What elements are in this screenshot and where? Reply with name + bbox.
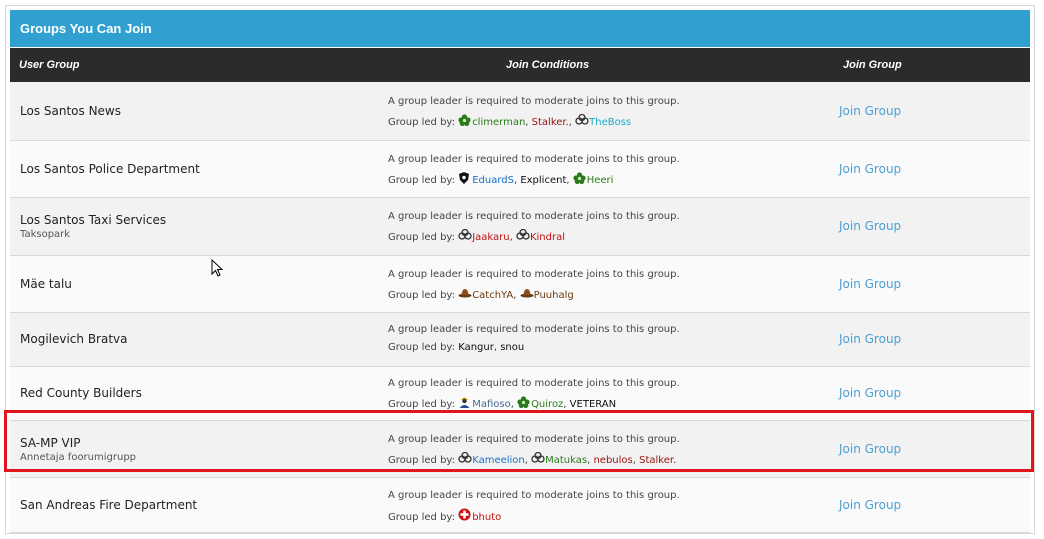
triskele-icon	[458, 228, 472, 241]
leader-username-link[interactable]: Stalker.	[639, 455, 676, 466]
badge-icon	[458, 171, 472, 184]
group-row: San Andreas Fire Department A group leade…	[10, 478, 1030, 533]
group-row: SA-MP VIP Annetaja foorumigrupp A group le…	[10, 421, 1030, 478]
group-name: Los Santos News	[20, 103, 121, 118]
leader-username-link[interactable]: Jaakaru	[472, 232, 509, 243]
join-group-link[interactable]: Join Group	[839, 277, 901, 291]
group-leaders-line: Group led by: EduardS, Explicent, Heeri	[388, 171, 614, 186]
leader-username-link[interactable]: snou	[500, 342, 524, 353]
group-leaders-line: Group led by: bhuto	[388, 508, 501, 523]
group-leaders-line: Group led by: Kameelion, Matukas, nebulo…	[388, 451, 676, 466]
group-row: Los Santos News A group leader is require…	[10, 82, 1030, 141]
column-header-join-group: Join Group	[843, 59, 902, 71]
join-condition-text: A group leader is required to moderate j…	[388, 324, 680, 335]
mouse-cursor-icon	[211, 259, 224, 277]
join-condition-text: A group leader is required to moderate j…	[388, 378, 680, 389]
group-led-by-label: Group led by:	[388, 511, 455, 523]
group-leaders-line: Group led by: Jaakaru, Kindral	[388, 228, 565, 243]
join-condition-text: A group leader is required to moderate j…	[388, 268, 680, 280]
cowboy-hat-icon	[520, 287, 534, 299]
group-led-by-label: Group led by:	[388, 399, 455, 410]
group-led-by-label: Group led by:	[388, 116, 455, 128]
worker-icon	[458, 396, 472, 408]
group-row: Mäe talu A group leader is required to mo…	[10, 256, 1030, 313]
group-leaders-line: Group led by: climerman, Stalker., TheBo…	[388, 113, 631, 128]
leader-username-link[interactable]: bhuto	[472, 512, 501, 523]
column-header-row: User Group Join Conditions Join Group	[10, 48, 1030, 82]
leader-username-link[interactable]: EduardS	[472, 175, 514, 186]
join-group-link[interactable]: Join Group	[839, 332, 901, 346]
flower-icon	[458, 113, 472, 126]
leader-username-link[interactable]: Kindral	[530, 232, 565, 243]
column-header-join-conditions: Join Conditions	[506, 59, 590, 71]
column-header-user-group: User Group	[19, 59, 80, 71]
group-leaders-line: Group led by: Mafioso, Quiroz, VETERAN	[388, 396, 616, 410]
group-name: Los Santos Police Department	[20, 161, 200, 176]
join-group-link[interactable]: Join Group	[839, 386, 901, 400]
leader-username-link[interactable]: Matukas	[545, 455, 587, 466]
leader-username-link[interactable]: climerman	[472, 117, 525, 128]
group-leaders-line: Group led by: Kangur, snou	[388, 342, 524, 353]
group-led-by-label: Group led by:	[388, 342, 455, 353]
groups-panel: Groups You Can Join User Group Join Cond…	[5, 5, 1035, 534]
join-condition-text: A group leader is required to moderate j…	[388, 153, 680, 165]
group-name: Red County Builders	[20, 386, 142, 400]
join-group-link[interactable]: Join Group	[839, 498, 901, 512]
join-group-link[interactable]: Join Group	[839, 442, 901, 456]
group-name: SA-MP VIP	[20, 435, 81, 450]
join-condition-text: A group leader is required to moderate j…	[388, 211, 680, 222]
cowboy-hat-icon	[458, 287, 472, 299]
group-row: Los Santos Police Department A group lead…	[10, 141, 1030, 198]
group-name: San Andreas Fire Department	[20, 497, 198, 512]
leader-username-link[interactable]: Explicent	[520, 175, 566, 186]
group-name: Mäe talu	[20, 276, 72, 291]
group-led-by-label: Group led by:	[388, 454, 455, 466]
group-led-by-label: Group led by:	[388, 232, 455, 243]
triskele-icon	[516, 228, 530, 241]
group-row: Red County Builders A group leader is req…	[10, 367, 1030, 421]
flower-icon	[573, 171, 587, 184]
join-condition-text: A group leader is required to moderate j…	[388, 489, 680, 501]
leader-username-link[interactable]: CatchYA	[472, 290, 513, 301]
group-row: Los Santos Taxi Services Taksopark A group…	[10, 198, 1030, 256]
group-name: Los Santos Taxi Services	[20, 213, 167, 227]
group-led-by-label: Group led by:	[388, 174, 455, 186]
leader-username-link[interactable]: Stalker.	[532, 117, 569, 128]
leader-username-link[interactable]: VETERAN	[570, 399, 616, 410]
leader-username-link[interactable]: Kameelion	[472, 455, 525, 466]
leader-username-link[interactable]: Mafioso	[472, 399, 511, 410]
leader-username-link[interactable]: Quiroz	[531, 399, 563, 410]
flower-icon	[517, 396, 531, 408]
group-name: Mogilevich Bratva	[20, 332, 128, 346]
leader-username-link[interactable]: nebulos	[593, 455, 632, 466]
join-condition-text: A group leader is required to moderate j…	[388, 433, 680, 445]
leader-username-link[interactable]: Heeri	[587, 175, 614, 186]
red-cross-icon	[458, 508, 472, 520]
triskele-icon	[575, 113, 589, 126]
join-condition-text: A group leader is required to moderate j…	[388, 95, 680, 107]
group-leaders-line: Group led by: CatchYA, Puuhalg	[388, 287, 574, 301]
leader-username-link[interactable]: Puuhalg	[534, 290, 574, 301]
join-group-link[interactable]: Join Group	[839, 219, 901, 233]
panel-title: Groups You Can Join	[10, 10, 1030, 47]
group-row: Mogilevich Bratva A group leader is requi…	[10, 313, 1030, 367]
join-group-link[interactable]: Join Group	[839, 104, 901, 118]
leader-username-link[interactable]: TheBoss	[589, 117, 631, 128]
triskele-icon	[458, 451, 472, 464]
group-led-by-label: Group led by:	[388, 289, 455, 301]
join-group-link[interactable]: Join Group	[839, 162, 901, 176]
group-description: Taksopark	[20, 229, 71, 240]
triskele-icon	[531, 451, 545, 464]
leader-username-link[interactable]: Kangur	[458, 342, 494, 353]
group-description: Annetaja foorumigrupp	[20, 451, 137, 463]
